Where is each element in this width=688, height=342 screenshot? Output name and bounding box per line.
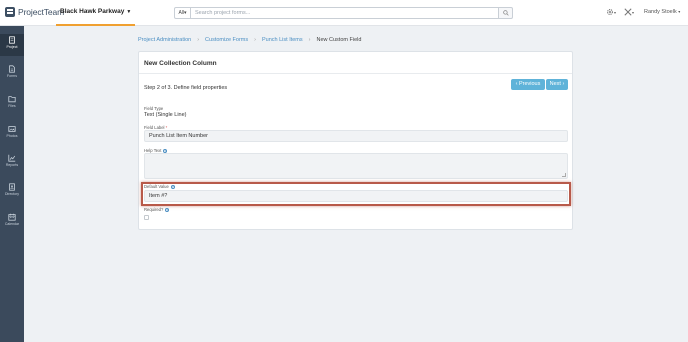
form-card: New Collection Column Step 2 of 3. Defin… — [138, 51, 573, 230]
project-switcher[interactable]: Black Hawk Parkway ▼ — [56, 0, 136, 26]
previous-button[interactable]: ‹ Previous — [511, 79, 545, 90]
contacts-icon — [9, 183, 15, 191]
chevron-down-icon: ▼ — [126, 9, 132, 15]
sidebar-item-label: Forms — [7, 74, 17, 78]
sidebar-item-label: Project — [6, 45, 18, 49]
chevron-down-icon: ▾ — [632, 9, 635, 15]
breadcrumb-current: New Custom Field — [316, 37, 362, 43]
project-name: Black Hawk Parkway — [60, 8, 125, 15]
building-icon — [9, 36, 15, 44]
step-indicator: Step 2 of 3. Define field properties — [144, 85, 228, 91]
search-filter-dropdown[interactable]: All▾ — [174, 7, 191, 19]
user-name: Randy Stoelk — [644, 9, 677, 15]
breadcrumb-link-customize-forms[interactable]: Customize Forms — [205, 37, 248, 43]
top-bar: ProjectTeam Black Hawk Parkway ▼ All▾ Sea… — [0, 0, 688, 26]
tools-icon — [624, 8, 632, 16]
logo-icon — [5, 7, 15, 17]
sidebar-item-label: Files — [8, 104, 16, 108]
sidebar-item-directory[interactable]: Directory — [0, 181, 24, 203]
help-icon[interactable]: ? — [165, 207, 170, 212]
sidebar-item-label: Reports — [5, 163, 19, 167]
sidebar-item-files[interactable]: Files — [0, 93, 24, 115]
field-type-value: Text (Single Line) — [144, 112, 187, 118]
next-button[interactable]: Next › — [546, 79, 568, 90]
breadcrumb: Project Administration › Customize Forms… — [138, 37, 362, 43]
search-icon — [502, 10, 509, 16]
search-button[interactable] — [499, 7, 513, 19]
sidebar-item-calendar[interactable]: Calendar — [0, 211, 24, 233]
sidebar-item-forms[interactable]: Forms — [0, 63, 24, 85]
document-icon — [9, 65, 15, 73]
card-title: New Collection Column — [144, 60, 217, 67]
sidebar-item-project[interactable]: Project — [0, 34, 24, 56]
tools-menu[interactable]: ▾ — [624, 8, 634, 16]
sidebar-item-label: Calendar — [4, 222, 20, 226]
sidebar-item-reports[interactable]: Reports — [0, 152, 24, 174]
search-input[interactable]: Search project forms... — [191, 7, 499, 19]
required-checkbox[interactable] — [144, 215, 149, 220]
folder-icon — [8, 96, 16, 103]
user-menu[interactable]: Randy Stoelk ▾ — [644, 9, 680, 15]
sidebar-item-photos[interactable]: Photos — [0, 123, 24, 145]
image-icon — [8, 126, 16, 132]
default-value-input[interactable]: Item #? — [144, 190, 568, 202]
required-label: Required?? — [144, 207, 170, 212]
field-type-label: Field Type — [144, 106, 164, 111]
gear-icon — [607, 9, 613, 15]
calendar-icon — [8, 213, 16, 221]
search-bar: All▾ Search project forms... — [174, 7, 513, 19]
sidebar-item-label: Photos — [6, 134, 18, 138]
resize-handle[interactable] — [562, 173, 566, 177]
sidebar-item-label: Directory — [4, 192, 19, 196]
chart-icon — [8, 154, 16, 162]
chevron-down-icon: ▾ — [678, 9, 681, 14]
help-text-input[interactable] — [144, 153, 568, 179]
settings-menu[interactable]: ▾ — [606, 8, 616, 16]
breadcrumb-link-punch-list-items[interactable]: Punch List Items — [262, 37, 303, 43]
divider — [139, 73, 572, 74]
help-icon[interactable]: ? — [170, 184, 175, 189]
field-label-input[interactable]: Punch List Item Number — [144, 130, 568, 142]
breadcrumb-link-project-administration[interactable]: Project Administration — [138, 37, 191, 43]
chevron-down-icon: ▾ — [614, 9, 617, 15]
default-value-label: Default Value? — [144, 184, 175, 189]
sidebar: Project Forms Files Photos Reports Direc… — [0, 26, 24, 342]
